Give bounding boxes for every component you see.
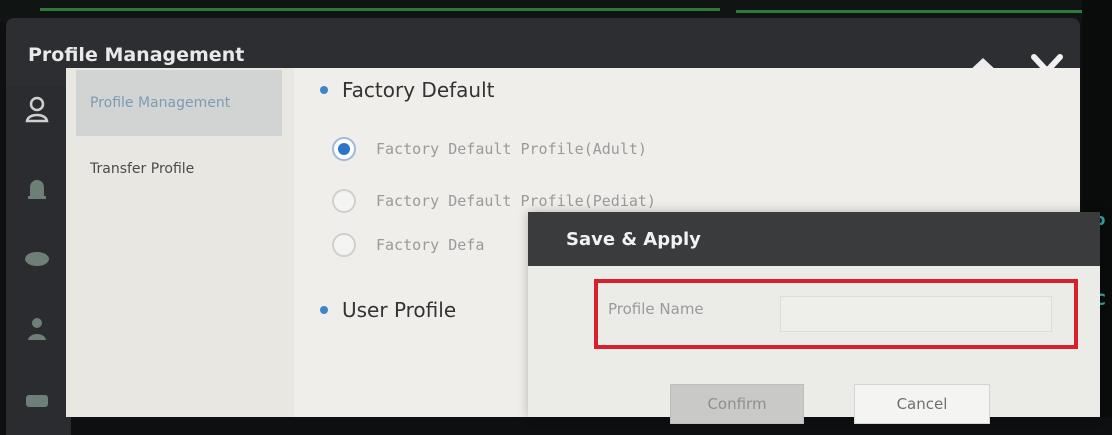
section-heading-text: Factory Default [342, 78, 495, 102]
side-menu-item-label: Profile Management [90, 95, 231, 111]
user-icon[interactable] [20, 92, 54, 126]
radio-selected-dot [338, 143, 350, 155]
left-nav-bar [6, 86, 71, 435]
confirm-button[interactable]: Confirm [670, 384, 804, 424]
radio-button[interactable] [332, 189, 356, 213]
side-menu: Profile Management Transfer Profile [66, 68, 294, 417]
monitor-icon[interactable] [20, 242, 54, 276]
profile-name-input[interactable] [780, 296, 1052, 332]
user-profile-heading: User Profile [320, 298, 456, 322]
section-heading-text: User Profile [342, 298, 457, 322]
alarm-bell-icon[interactable] [20, 172, 54, 206]
radio-label: Factory Default Profile(Pediat) [376, 192, 656, 210]
bullet-dot [320, 86, 328, 94]
radio-label: Factory Defa [376, 236, 485, 254]
side-menu-item-profile-management[interactable]: Profile Management [76, 70, 282, 136]
radio-button[interactable] [332, 137, 356, 161]
waveform-line [40, 8, 720, 11]
bullet-dot [320, 306, 328, 314]
side-menu-item-transfer-profile[interactable]: Transfer Profile [76, 136, 282, 202]
keyboard-icon[interactable] [20, 384, 54, 418]
save-apply-dialog: Save & Apply Profile Name Confirm Cancel [528, 212, 1100, 424]
person-settings-icon[interactable] [20, 312, 54, 346]
factory-default-heading: Factory Default [320, 78, 495, 102]
side-menu-item-label: Transfer Profile [90, 161, 195, 177]
dialog-title: Save & Apply [528, 212, 1100, 266]
waveform-line [736, 10, 1096, 13]
radio-button[interactable] [332, 233, 356, 257]
cancel-button[interactable]: Cancel [854, 384, 990, 424]
radio-option-third[interactable]: Factory Defa [332, 230, 484, 260]
window-title: Profile Management [28, 44, 245, 66]
radio-option-adult[interactable]: Factory Default Profile(Adult) [332, 134, 647, 164]
radio-label: Factory Default Profile(Adult) [376, 140, 647, 158]
profile-name-label: Profile Name [608, 300, 704, 318]
